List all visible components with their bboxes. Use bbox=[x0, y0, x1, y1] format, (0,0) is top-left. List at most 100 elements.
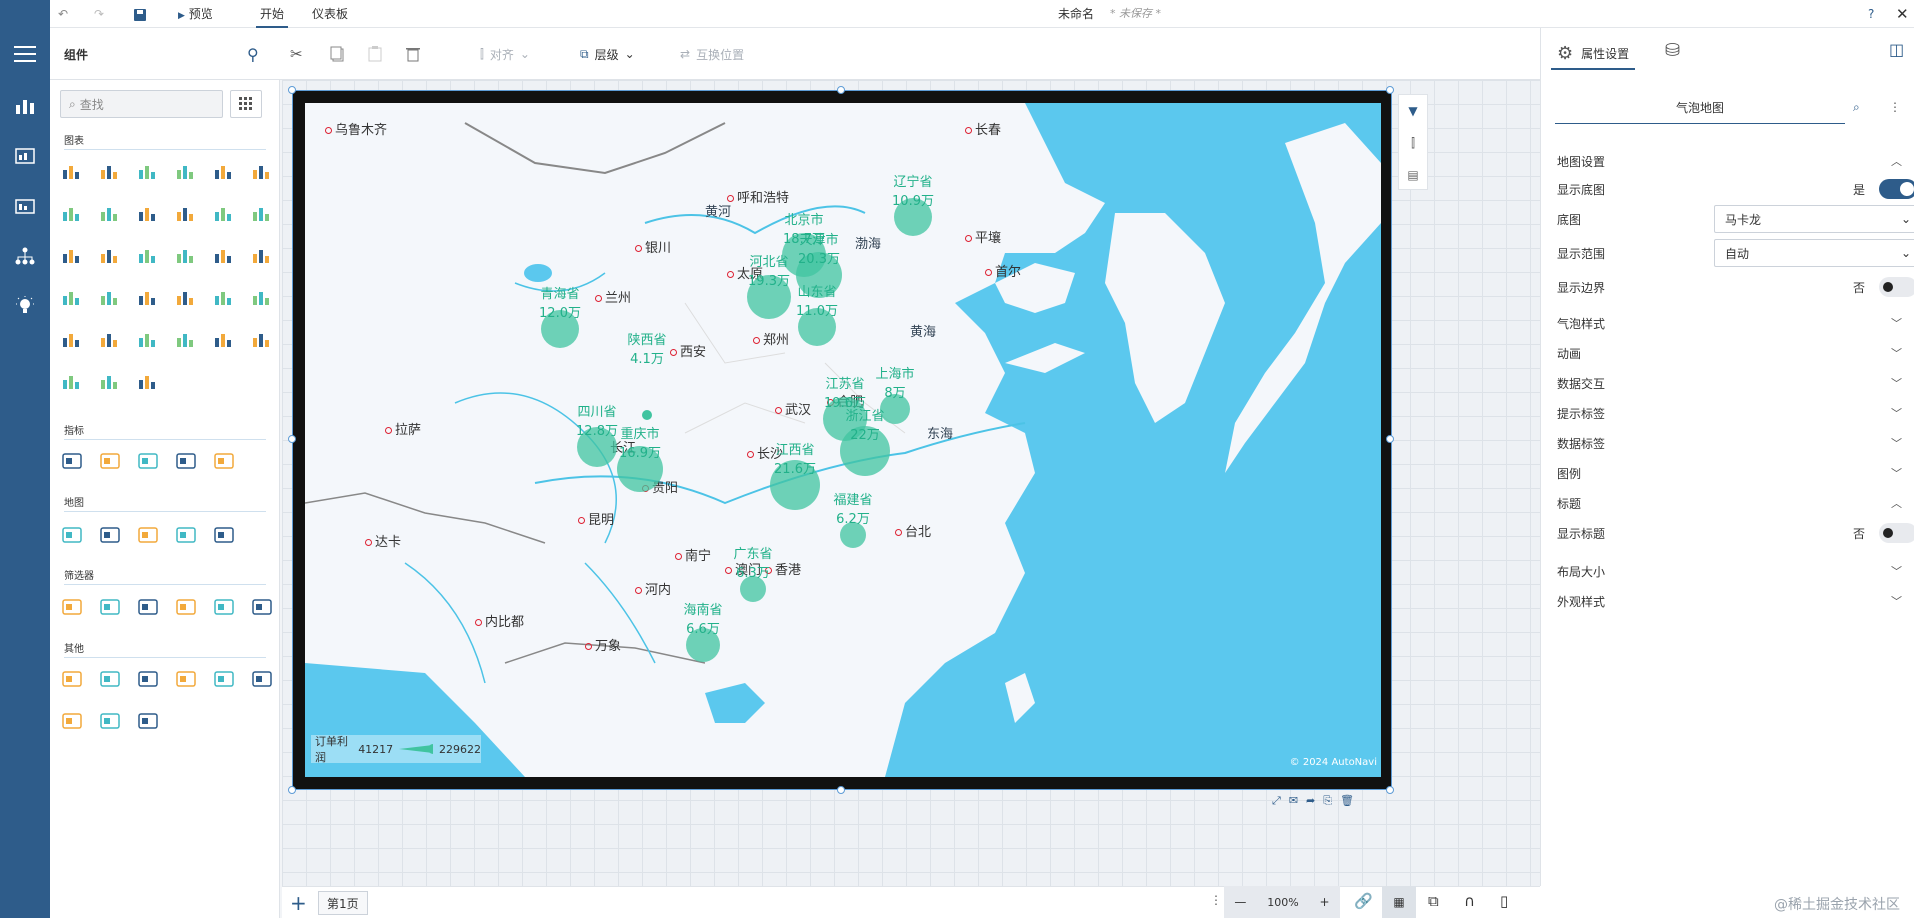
section-data-label[interactable]: 数据标签 ﹀ bbox=[1557, 430, 1902, 456]
range-select[interactable]: 自动 ⌄ bbox=[1714, 239, 1914, 267]
section-data-interaction[interactable]: 数据交互 ﹀ bbox=[1557, 370, 1902, 396]
component-icon[interactable] bbox=[62, 452, 84, 474]
search-icon[interactable]: ⌕ bbox=[1853, 100, 1860, 115]
chart-type-icon[interactable] bbox=[138, 162, 160, 184]
more-icon[interactable]: ⋮ bbox=[1210, 893, 1222, 907]
resize-handle[interactable] bbox=[837, 86, 845, 94]
resize-handle[interactable] bbox=[288, 435, 296, 443]
resize-handle[interactable] bbox=[837, 786, 845, 794]
chart-type-icon[interactable] bbox=[62, 288, 84, 310]
component-icon[interactable] bbox=[62, 526, 84, 548]
swap-button[interactable]: ⇄ 互换位置 bbox=[680, 42, 744, 66]
tab-properties[interactable]: ⚙ 属性设置 bbox=[1551, 38, 1636, 70]
component-icon[interactable] bbox=[176, 670, 198, 692]
component-icon[interactable] bbox=[100, 526, 122, 548]
hierarchy-nav-icon[interactable] bbox=[0, 236, 50, 276]
section-animation[interactable]: 动画 ﹀ bbox=[1557, 340, 1902, 366]
section-layout-size[interactable]: 布局大小 ﹀ bbox=[1557, 558, 1902, 584]
trash-icon[interactable]: 🗑 bbox=[1340, 794, 1354, 812]
export-icon[interactable]: ⎘ bbox=[1323, 794, 1332, 812]
chart-type-icon[interactable] bbox=[138, 246, 160, 268]
share-icon[interactable]: ➦ bbox=[1306, 794, 1315, 812]
zoom-in-icon[interactable]: + bbox=[1320, 895, 1330, 909]
copy-icon[interactable] bbox=[330, 42, 344, 66]
tab-start[interactable]: 开始 bbox=[256, 0, 289, 28]
component-icon[interactable] bbox=[100, 670, 122, 692]
chart-settings-icon[interactable]: ⫿ bbox=[1399, 127, 1427, 159]
chart-type-icon[interactable] bbox=[214, 288, 236, 310]
component-icon[interactable] bbox=[138, 712, 160, 734]
chart-type-icon[interactable] bbox=[100, 372, 122, 394]
chart-type-icon[interactable] bbox=[176, 330, 198, 352]
paste-icon[interactable] bbox=[368, 42, 382, 66]
component-icon[interactable] bbox=[214, 598, 236, 620]
chart-type-icon[interactable] bbox=[214, 330, 236, 352]
chart-type-icon[interactable] bbox=[252, 162, 274, 184]
chart-type-icon[interactable] bbox=[62, 246, 84, 268]
chart-type-icon[interactable] bbox=[138, 204, 160, 226]
chart-type-icon[interactable] bbox=[176, 204, 198, 226]
section-appearance[interactable]: 外观样式 ﹀ bbox=[1557, 588, 1902, 614]
chart-type-icon[interactable] bbox=[62, 330, 84, 352]
chart-type-icon[interactable] bbox=[176, 246, 198, 268]
table-icon[interactable]: ▤ bbox=[1399, 159, 1427, 191]
redo-icon[interactable]: ↷ bbox=[94, 0, 104, 28]
pin-icon[interactable]: ⚲ bbox=[247, 42, 259, 66]
add-page-icon[interactable]: + bbox=[290, 891, 307, 915]
link-icon[interactable]: 🔗 bbox=[1354, 892, 1373, 910]
resize-handle[interactable] bbox=[1386, 435, 1394, 443]
magnet-icon[interactable]: ∩ bbox=[1464, 892, 1475, 910]
close-icon[interactable]: ✕ bbox=[1896, 0, 1909, 28]
chart-type-icon[interactable] bbox=[252, 246, 274, 268]
component-icon[interactable] bbox=[252, 598, 274, 620]
delete-icon[interactable] bbox=[406, 42, 420, 66]
component-icon[interactable] bbox=[176, 526, 198, 548]
component-icon[interactable] bbox=[100, 598, 122, 620]
preview-button[interactable]: ▶ 预览 bbox=[178, 0, 213, 28]
chart-type-icon[interactable] bbox=[252, 288, 274, 310]
filter-icon[interactable]: ▼ bbox=[1399, 95, 1427, 127]
dashboard-nav-icon[interactable] bbox=[0, 186, 50, 226]
grid-toggle-icon[interactable]: ▦ bbox=[1382, 886, 1416, 918]
chart-type-icon[interactable] bbox=[252, 330, 274, 352]
bulb-nav-icon[interactable] bbox=[0, 286, 50, 326]
chart-type-icon[interactable] bbox=[100, 246, 122, 268]
component-icon[interactable] bbox=[100, 452, 122, 474]
resize-handle[interactable] bbox=[288, 786, 296, 794]
grid-view-button[interactable] bbox=[230, 90, 262, 118]
chart-type-icon[interactable] bbox=[100, 204, 122, 226]
chart-type-icon[interactable] bbox=[62, 204, 84, 226]
title-toggle[interactable] bbox=[1879, 523, 1914, 543]
menu-icon[interactable] bbox=[0, 34, 50, 74]
chart-type-icon[interactable] bbox=[100, 330, 122, 352]
chart-type-icon[interactable] bbox=[214, 162, 236, 184]
resize-handle[interactable] bbox=[1386, 86, 1394, 94]
basemap-select[interactable]: 马卡龙 ⌄ bbox=[1714, 205, 1914, 233]
page-tab[interactable]: 第1页 bbox=[318, 891, 368, 915]
database-icon[interactable]: ⛁ bbox=[1665, 40, 1680, 61]
component-icon[interactable] bbox=[252, 670, 274, 692]
component-icon[interactable] bbox=[62, 712, 84, 734]
component-icon[interactable] bbox=[62, 670, 84, 692]
basemap-toggle[interactable] bbox=[1879, 179, 1914, 199]
component-icon[interactable] bbox=[138, 598, 160, 620]
section-tooltip[interactable]: 提示标签 ﹀ bbox=[1557, 400, 1902, 426]
collapse-panel-icon[interactable]: ◫ bbox=[1889, 40, 1904, 59]
section-legend[interactable]: 图例 ﹀ bbox=[1557, 460, 1902, 486]
component-icon[interactable] bbox=[214, 526, 236, 548]
datasource-nav-icon[interactable] bbox=[0, 136, 50, 176]
save-icon[interactable] bbox=[134, 0, 146, 28]
chart-type-icon[interactable] bbox=[100, 288, 122, 310]
align-button[interactable]: ⫿ 对齐 ⌄ bbox=[480, 42, 530, 66]
component-icon[interactable] bbox=[176, 452, 198, 474]
help-icon[interactable]: ? bbox=[1868, 0, 1874, 28]
chart-type-icon[interactable] bbox=[176, 288, 198, 310]
tab-dashboard[interactable]: 仪表板 bbox=[312, 0, 348, 28]
section-bubble-style[interactable]: 气泡样式 ﹀ bbox=[1557, 310, 1902, 336]
bubble-map-widget[interactable]: 乌鲁木齐长春呼和浩特银川兰州太原西安郑州拉萨武汉合肥长沙贵阳昆明南宁澳门香港台北… bbox=[292, 90, 1392, 790]
component-icon[interactable] bbox=[138, 670, 160, 692]
zoom-out-icon[interactable]: — bbox=[1234, 895, 1246, 909]
component-icon[interactable] bbox=[176, 598, 198, 620]
chart-type-icon[interactable] bbox=[252, 204, 274, 226]
chart-type-icon[interactable] bbox=[214, 246, 236, 268]
